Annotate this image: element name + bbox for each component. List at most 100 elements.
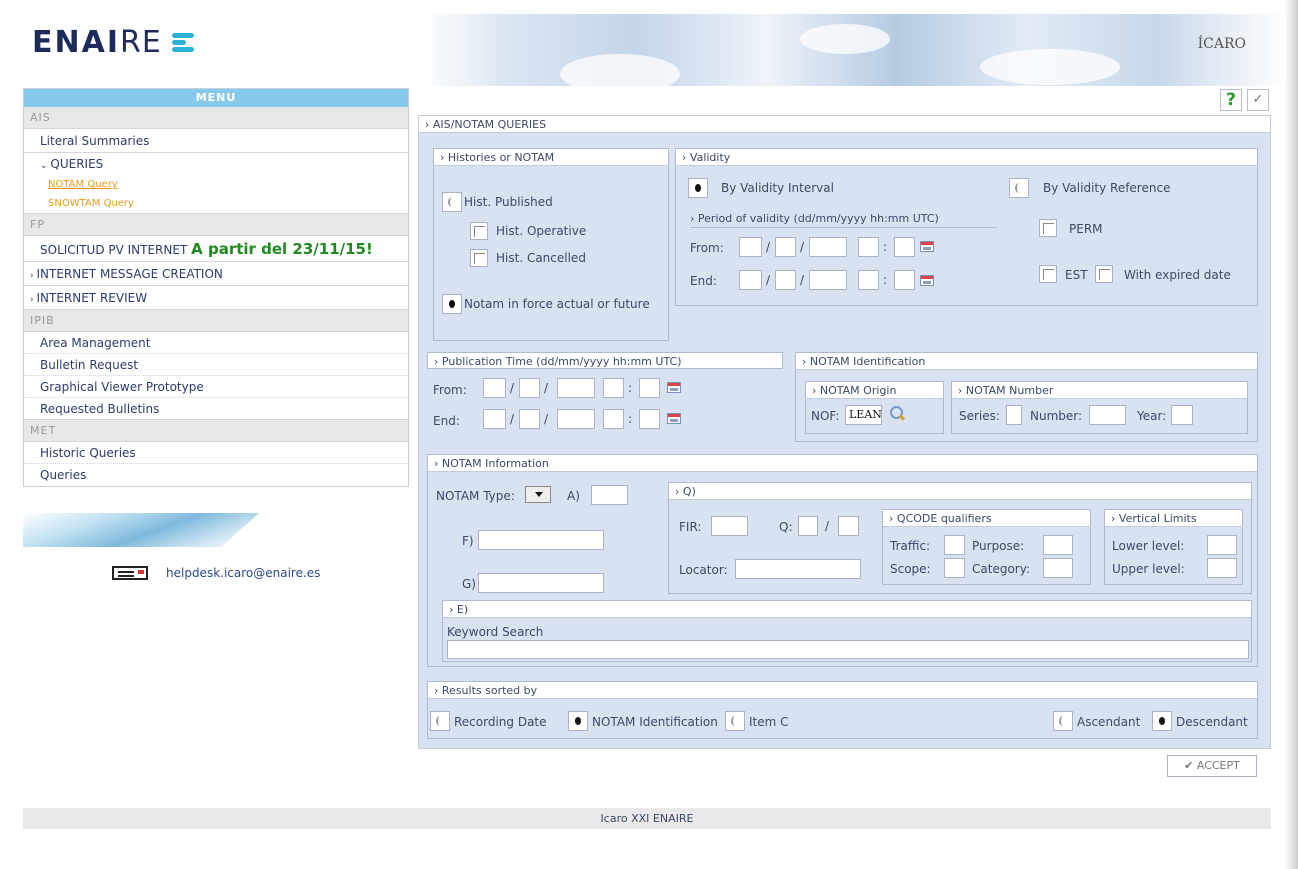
with-expired-date-checkbox[interactable] [1095, 265, 1113, 283]
notam-number-panel: › NOTAM Number Series: Number: Year: [951, 381, 1248, 434]
notam-identification-panel: › NOTAM Identification › NOTAM Origin NO… [795, 352, 1258, 442]
calendar-icon[interactable] [667, 413, 681, 424]
est-label: EST [1065, 268, 1088, 282]
validity-from-year[interactable] [809, 237, 847, 257]
validity-title: › Validity [676, 149, 1257, 166]
publication-from-year[interactable] [557, 378, 595, 398]
validity-from-day[interactable] [739, 237, 762, 257]
helpdesk-contact[interactable]: helpdesk.icaro@enaire.es [112, 566, 320, 580]
purpose-input[interactable] [1043, 535, 1073, 555]
search-icon[interactable] [890, 406, 905, 421]
item-c-radio[interactable] [725, 711, 745, 731]
validity-end-year[interactable] [809, 270, 847, 290]
number-input[interactable] [1089, 405, 1126, 425]
a-label: A) [567, 489, 580, 503]
notam-identification-radio[interactable] [568, 711, 588, 731]
menu-section-ipib: IPIB [24, 310, 408, 332]
ascendant-radio[interactable] [1053, 711, 1073, 731]
validity-end-label: End: [690, 274, 717, 288]
menu-item-area-management[interactable]: Area Management [24, 332, 408, 354]
fir-input[interactable] [711, 516, 748, 536]
hist-operative-checkbox[interactable] [470, 222, 488, 240]
q-input-2[interactable] [838, 516, 859, 536]
validity-end-day[interactable] [739, 270, 762, 290]
publication-end-minute[interactable] [639, 409, 660, 429]
menu-item-met-queries[interactable]: Queries [24, 464, 408, 486]
calendar-icon[interactable] [667, 382, 681, 393]
notam-identification-title: › NOTAM Identification [796, 353, 1257, 370]
item-c-label: Item C [749, 715, 789, 729]
q-input-1[interactable] [798, 516, 818, 536]
by-validity-interval-radio[interactable] [688, 178, 708, 198]
scope-input[interactable] [944, 558, 965, 578]
calendar-icon[interactable] [920, 241, 934, 252]
help-icon[interactable]: ? [1220, 89, 1242, 111]
hist-published-radio[interactable] [442, 192, 462, 212]
notam-information-panel: › NOTAM Information NOTAM Type: A) F) G)… [427, 454, 1258, 667]
recording-date-radio[interactable] [430, 711, 450, 731]
menu-item-solicitud-pv[interactable]: SOLICITUD PV INTERNET A partir del 23/11… [24, 236, 408, 262]
perm-checkbox[interactable] [1039, 219, 1057, 237]
validity-from-month[interactable] [775, 237, 796, 257]
menu-section-ais: AIS [24, 107, 408, 129]
calendar-icon[interactable] [920, 275, 934, 286]
menu-item-bulletin-request[interactable]: Bulletin Request [24, 354, 408, 376]
enaire-logo: ENAI RE [32, 24, 198, 60]
by-validity-interval-label: By Validity Interval [721, 181, 834, 195]
publication-from-minute[interactable] [639, 378, 660, 398]
validity-end-month[interactable] [775, 270, 796, 290]
checkmark-icon[interactable]: ✓ [1247, 89, 1269, 111]
validity-from-hour[interactable] [858, 237, 879, 257]
menu-subitem-snowtam-query[interactable]: SNOWTAM Query [24, 194, 408, 214]
nof-input[interactable]: LEAN [845, 405, 882, 425]
menu-item-internet-message-creation[interactable]: › INTERNET MESSAGE CREATION [24, 262, 408, 286]
ascendant-label: Ascendant [1077, 715, 1141, 729]
publication-end-month[interactable] [519, 409, 540, 429]
est-checkbox[interactable] [1039, 265, 1057, 283]
descendant-radio[interactable] [1152, 711, 1172, 731]
category-label: Category: [972, 562, 1030, 576]
validity-end-hour[interactable] [858, 270, 879, 290]
year-label: Year: [1137, 409, 1167, 423]
notam-type-select[interactable] [525, 486, 551, 503]
traffic-input[interactable] [944, 535, 965, 555]
accept-button[interactable]: ✔ ACCEPT [1167, 755, 1257, 777]
locator-input[interactable] [735, 559, 861, 579]
publication-end-day[interactable] [483, 409, 506, 429]
menu-item-internet-review[interactable]: › INTERNET REVIEW [24, 286, 408, 310]
publication-from-month[interactable] [519, 378, 540, 398]
validity-from-minute[interactable] [894, 237, 915, 257]
menu-item-graphical-viewer[interactable]: Graphical Viewer Prototype [24, 376, 408, 398]
publication-end-hour[interactable] [603, 409, 624, 429]
menu-subitem-notam-query[interactable]: NOTAM Query [24, 175, 408, 194]
a-input[interactable] [591, 485, 628, 505]
histories-panel: › Histories or NOTAM Hist. Published His… [433, 148, 669, 341]
menu-item-literal-summaries[interactable]: Literal Summaries [24, 129, 408, 153]
hist-cancelled-checkbox[interactable] [470, 249, 488, 267]
histories-title: › Histories or NOTAM [434, 149, 668, 166]
series-input[interactable] [1006, 405, 1022, 425]
notam-query-form: › AIS/NOTAM QUERIES › Histories or NOTAM… [418, 115, 1271, 749]
menu-item-historic-queries[interactable]: Historic Queries [24, 442, 408, 464]
validity-end-minute[interactable] [894, 270, 915, 290]
f-input[interactable] [478, 530, 604, 550]
locator-label: Locator: [679, 563, 728, 577]
menu-item-requested-bulletins[interactable]: Requested Bulletins [24, 398, 408, 420]
menu-item-queries[interactable]: ⌄ QUERIES [24, 153, 408, 175]
lower-level-input[interactable] [1207, 535, 1237, 555]
notam-in-force-radio[interactable] [442, 294, 462, 314]
keyword-search-input[interactable] [447, 640, 1249, 659]
publication-end-year[interactable] [557, 409, 595, 429]
category-input[interactable] [1043, 558, 1073, 578]
by-validity-reference-radio[interactable] [1009, 178, 1029, 198]
year-input[interactable] [1171, 405, 1193, 425]
notam-information-title: › NOTAM Information [428, 455, 1257, 472]
helpdesk-email[interactable]: helpdesk.icaro@enaire.es [166, 566, 320, 580]
publication-from-day[interactable] [483, 378, 506, 398]
notam-in-force-label: Notam in force actual or future [464, 297, 650, 311]
validity-panel: › Validity By Validity Interval By Valid… [675, 148, 1258, 306]
publication-from-hour[interactable] [603, 378, 624, 398]
upper-level-input[interactable] [1207, 558, 1237, 578]
g-input[interactable] [478, 573, 604, 593]
header-banner: ÍCARO [420, 14, 1286, 86]
